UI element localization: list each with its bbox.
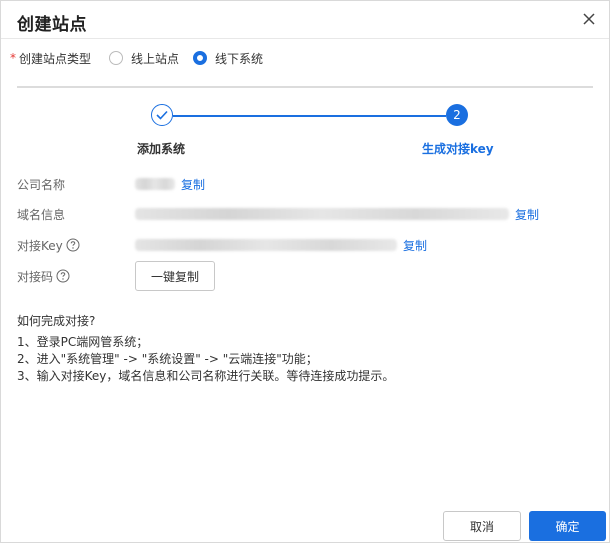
site-type-row: * 创建站点类型 线上站点 线下系统 [10,50,277,66]
copy-dock-key-link[interactable]: 复制 [403,237,427,254]
one-click-copy-button[interactable]: 一键复制 [135,261,215,291]
domain-info-value-hidden [135,208,509,220]
domain-info-label: 域名信息 [17,207,66,222]
howto-list: 1、登录PC端网管系统； 2、进入"系统管理" -> "系统设置" -> "云端… [17,334,394,385]
close-icon [583,13,595,25]
close-button[interactable] [579,9,599,29]
dock-code-label-wrap: 对接码 [17,268,135,285]
radio-label: 线上站点 [131,51,180,66]
copy-domain-info-link[interactable]: 复制 [515,206,539,223]
question-circle-icon[interactable] [66,238,80,252]
radio-circle[interactable] [109,51,124,65]
step-connector [173,115,446,117]
copy-company-name-link[interactable]: 复制 [181,176,205,193]
cancel-button[interactable]: 取消 [443,511,521,541]
title-divider [1,38,609,39]
howto-step: 1、登录PC端网管系统； [17,335,149,349]
radio-offline-system[interactable]: 线下系统 [193,50,263,67]
dock-key-label: 对接Key [17,238,63,253]
site-type-label: 创建站点类型 [19,51,92,66]
step-1-label: 添加系统 [137,142,186,156]
section-divider [17,86,593,88]
required-mark: * [10,51,16,65]
step-1-indicator [151,104,173,126]
check-icon [156,110,168,120]
company-name-value-hidden [135,178,175,190]
howto-step: 2、进入"系统管理" -> "系统设置" -> "云端连接"功能； [17,352,318,366]
dock-key-value-hidden [135,239,397,251]
dock-key-row: 对接Key 复制 [17,236,427,254]
stepper: 2 添加系统 生成对接key [1,101,610,161]
dialog-title: 创建站点 [17,15,87,35]
confirm-button[interactable]: 确定 [529,511,606,541]
radio-online-site[interactable]: 线上站点 [109,50,179,67]
question-circle-icon[interactable] [56,269,70,283]
radio-circle-checked[interactable] [193,51,208,65]
dock-key-label-wrap: 对接Key [17,237,135,254]
dock-code-label: 对接码 [17,269,54,284]
radio-label: 线下系统 [215,51,264,66]
create-site-dialog: 创建站点 * 创建站点类型 线上站点 线下系统 2 添加系统 生成对接key 公… [0,0,610,543]
step-2-label: 生成对接key [422,142,494,156]
howto-step: 3、输入对接Key，域名信息和公司名称进行关联。等待连接成功提示。 [17,369,395,383]
domain-info-row: 域名信息 复制 [17,205,539,223]
howto-title: 如何完成对接? [17,314,96,328]
company-name-label: 公司名称 [17,177,66,192]
step-2-indicator: 2 [446,104,468,126]
dock-code-row: 对接码 一键复制 [17,261,215,291]
company-name-row: 公司名称 复制 [17,175,205,193]
